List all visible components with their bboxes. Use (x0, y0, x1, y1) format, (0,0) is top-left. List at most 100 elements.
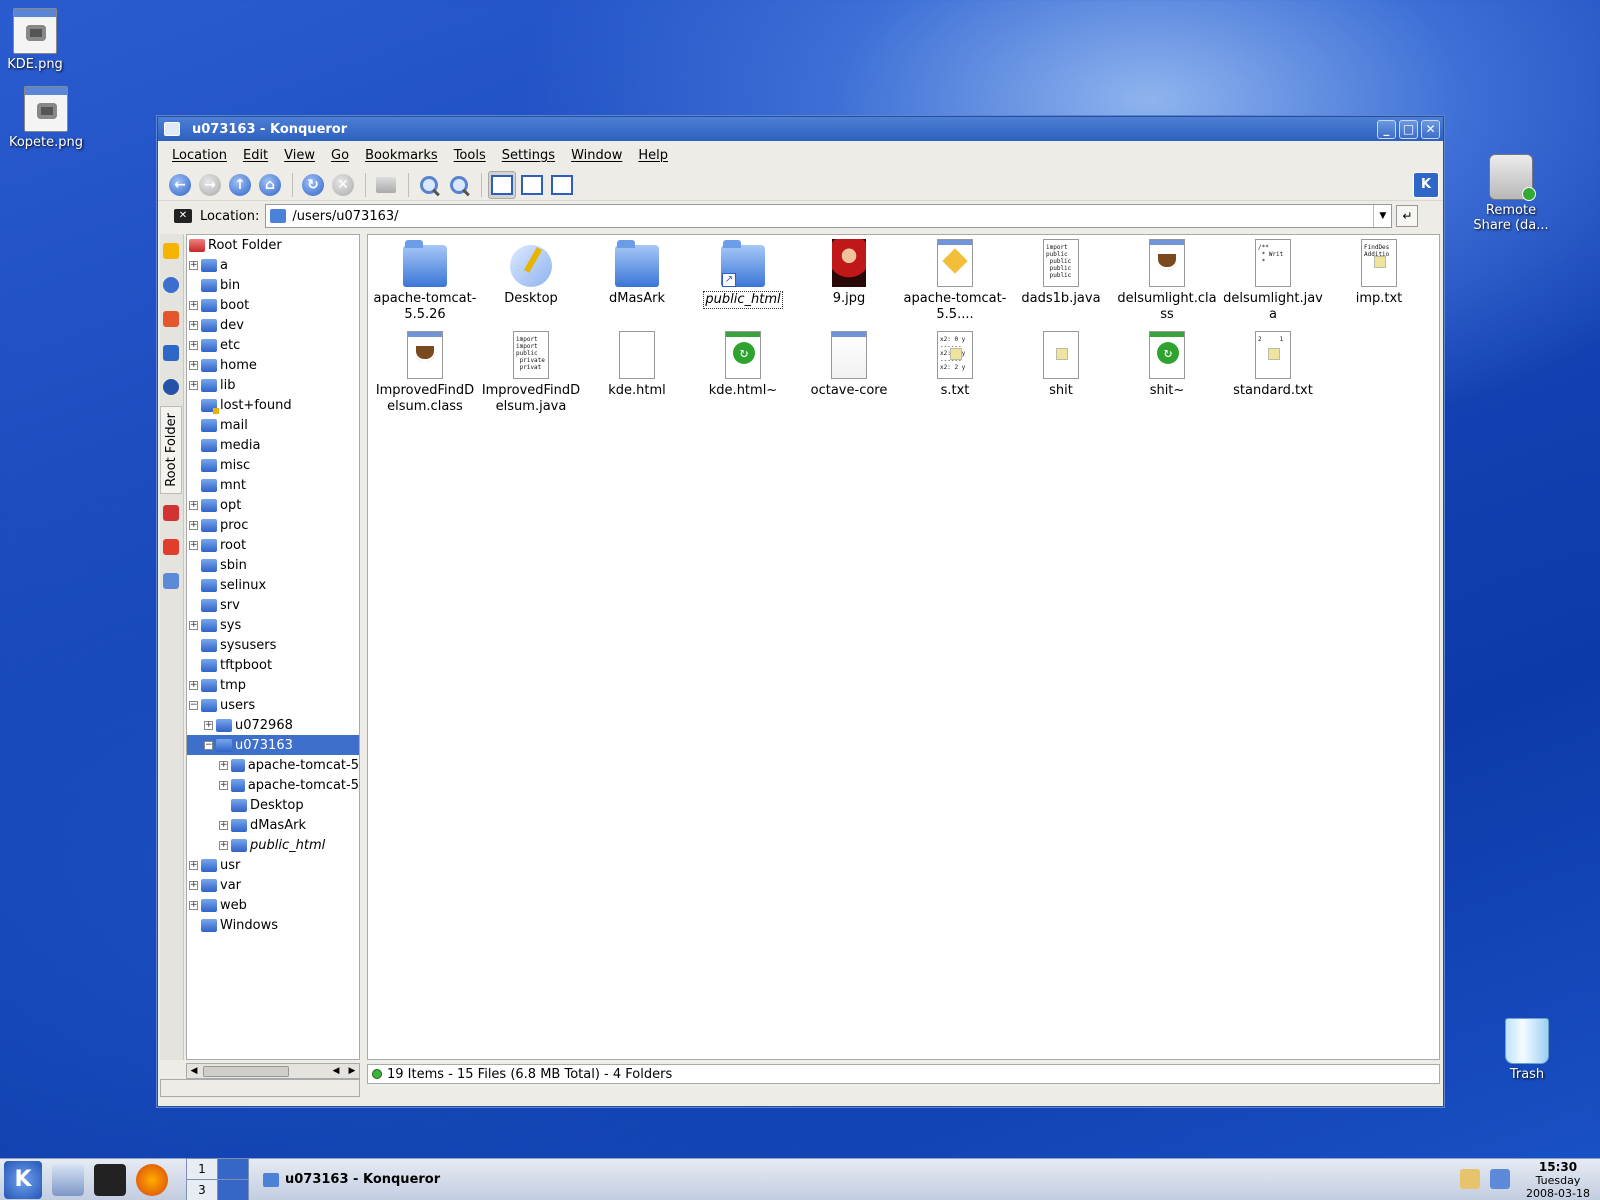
tree-expander[interactable]: + (189, 860, 198, 870)
scroll-thumb[interactable] (203, 1066, 289, 1077)
tree-item[interactable]: + tmp (187, 675, 359, 695)
terminal-icon[interactable] (94, 1163, 126, 1196)
file-item[interactable]: apache-tomcat-5.5.26 (372, 239, 478, 323)
tree-expander[interactable]: − (189, 700, 198, 710)
pager-desktop-2[interactable] (218, 1159, 248, 1179)
sidebar-tab-root-folder[interactable]: Root Folder (160, 406, 182, 494)
tree-expander[interactable]: + (189, 260, 198, 270)
menu-bookmarks[interactable]: Bookmarks (357, 148, 446, 163)
tree-expander[interactable]: + (189, 520, 198, 530)
menu-location[interactable]: Location (164, 148, 235, 163)
tree-item[interactable]: misc (187, 455, 359, 475)
tree-item[interactable]: selinux (187, 575, 359, 595)
tree-expander[interactable]: + (219, 840, 228, 850)
file-item[interactable]: shit~ (1114, 331, 1220, 415)
tree-expander[interactable]: + (189, 340, 198, 350)
tree-item[interactable]: sbin (187, 555, 359, 575)
scroll-left-arrow-icon[interactable]: ◀ (329, 1065, 343, 1077)
tree-expander[interactable]: + (189, 300, 198, 310)
tree-expander[interactable]: + (189, 500, 198, 510)
tree-expander[interactable]: + (189, 620, 198, 630)
go-button[interactable]: ↵ (1396, 205, 1419, 227)
pager-desktop-4[interactable] (218, 1180, 248, 1200)
tree-expander[interactable]: + (189, 320, 198, 330)
file-item[interactable]: octave-core (796, 331, 902, 415)
tree-item[interactable]: + lib (187, 375, 359, 395)
k-menu-button[interactable]: K (4, 1160, 42, 1199)
menu-edit[interactable]: Edit (235, 148, 276, 163)
home-button[interactable]: ⌂ (256, 171, 284, 199)
file-item[interactable]: import public public public public dads1b… (1008, 239, 1114, 323)
tree-item[interactable]: + apache-tomcat-5 (187, 775, 359, 795)
file-item[interactable]: x2: 0 y ------ x2: 1 y ------ x2: 2 y s.t… (902, 331, 1008, 415)
clock[interactable]: 15:30 Tuesday 2008-03-18 (1524, 1161, 1592, 1200)
file-item[interactable]: import import public private privat Impro… (478, 331, 584, 415)
tree-item[interactable]: mail (187, 415, 359, 435)
print-button[interactable] (372, 171, 400, 199)
tree-horizontal-scrollbar[interactable]: ◀ ◀ ▶ (186, 1063, 360, 1079)
sidebar-tab-history[interactable] (160, 270, 182, 300)
sidebar-tab-home[interactable] (160, 304, 182, 334)
desktop-icon-kde-png[interactable]: KDE.png (0, 8, 83, 72)
forward-button[interactable]: → (196, 171, 224, 199)
tree-item[interactable]: + web (187, 895, 359, 915)
tree-item[interactable]: + root (187, 535, 359, 555)
sidebar-tab-media[interactable] (160, 338, 182, 368)
tree-item[interactable]: − users (187, 695, 359, 715)
scroll-left-arrow-icon[interactable]: ◀ (187, 1065, 201, 1077)
zoom-in-button[interactable] (415, 171, 443, 199)
sidebar-tab-root[interactable] (160, 498, 182, 528)
tree-item[interactable]: + u072968 (187, 715, 359, 735)
clear-location-button[interactable]: ✕ (174, 209, 192, 223)
file-item[interactable]: public_html (690, 239, 796, 323)
network-icon[interactable] (1490, 1169, 1510, 1189)
tree-item[interactable]: + a (187, 255, 359, 275)
tree-expander[interactable]: + (189, 680, 198, 690)
image-view-button[interactable] (548, 171, 576, 199)
tree-item[interactable]: + dMasArk (187, 815, 359, 835)
file-item[interactable]: kde.html (584, 331, 690, 415)
tree-item[interactable]: + etc (187, 335, 359, 355)
file-item[interactable]: /** * Writ * delsumlight.java (1220, 239, 1326, 323)
menu-window[interactable]: Window (563, 148, 630, 163)
file-item[interactable]: dMasArk (584, 239, 690, 323)
detail-view-button[interactable] (518, 171, 546, 199)
tree-item[interactable]: + opt (187, 495, 359, 515)
file-item[interactable]: delsumlight.class (1114, 239, 1220, 323)
file-item[interactable]: apache-tomcat-5.5.... (902, 239, 1008, 323)
location-field[interactable]: ▼ (265, 204, 1393, 228)
minimize-button[interactable]: _ (1377, 119, 1396, 139)
stop-button[interactable]: ✕ (329, 171, 357, 199)
tree-item[interactable]: + sys (187, 615, 359, 635)
menu-settings[interactable]: Settings (494, 148, 563, 163)
tree-expander[interactable]: − (204, 740, 213, 750)
reload-button[interactable]: ↻ (299, 171, 327, 199)
file-item[interactable]: 9.jpg (796, 239, 902, 323)
file-item[interactable]: ImprovedFindDelsum.class (372, 331, 478, 415)
tree-item[interactable]: tftpboot (187, 655, 359, 675)
tree-item[interactable]: srv (187, 595, 359, 615)
tree-item[interactable]: sysusers (187, 635, 359, 655)
title-bar[interactable]: u073163 - Konqueror _ □ ✕ (158, 117, 1443, 141)
zoom-out-button[interactable] (445, 171, 473, 199)
file-item[interactable]: kde.html~ (690, 331, 796, 415)
tree-item[interactable]: media (187, 435, 359, 455)
tree-expander[interactable]: + (189, 900, 198, 910)
tree-expander[interactable]: + (189, 540, 198, 550)
tree-expander[interactable]: + (189, 880, 198, 890)
tree-item[interactable]: − u073163 (187, 735, 359, 755)
pager-desktop-3[interactable]: 3 (187, 1180, 217, 1200)
location-history-dropdown[interactable]: ▼ (1373, 205, 1391, 227)
tree-item[interactable]: bin (187, 275, 359, 295)
sidebar-tab-web[interactable] (160, 566, 182, 596)
sidebar-tab-bookmarks[interactable] (160, 236, 182, 266)
tree-item[interactable]: + apache-tomcat-5 (187, 755, 359, 775)
tree-expander[interactable]: + (204, 720, 213, 730)
up-button[interactable]: ↑ (226, 171, 254, 199)
maximize-button[interactable]: □ (1399, 119, 1418, 139)
tree-expander[interactable]: + (219, 820, 228, 830)
tree-item[interactable]: + var (187, 875, 359, 895)
sidebar-tab-network[interactable] (160, 372, 182, 402)
tree-item[interactable]: + proc (187, 515, 359, 535)
menu-go[interactable]: Go (323, 148, 357, 163)
